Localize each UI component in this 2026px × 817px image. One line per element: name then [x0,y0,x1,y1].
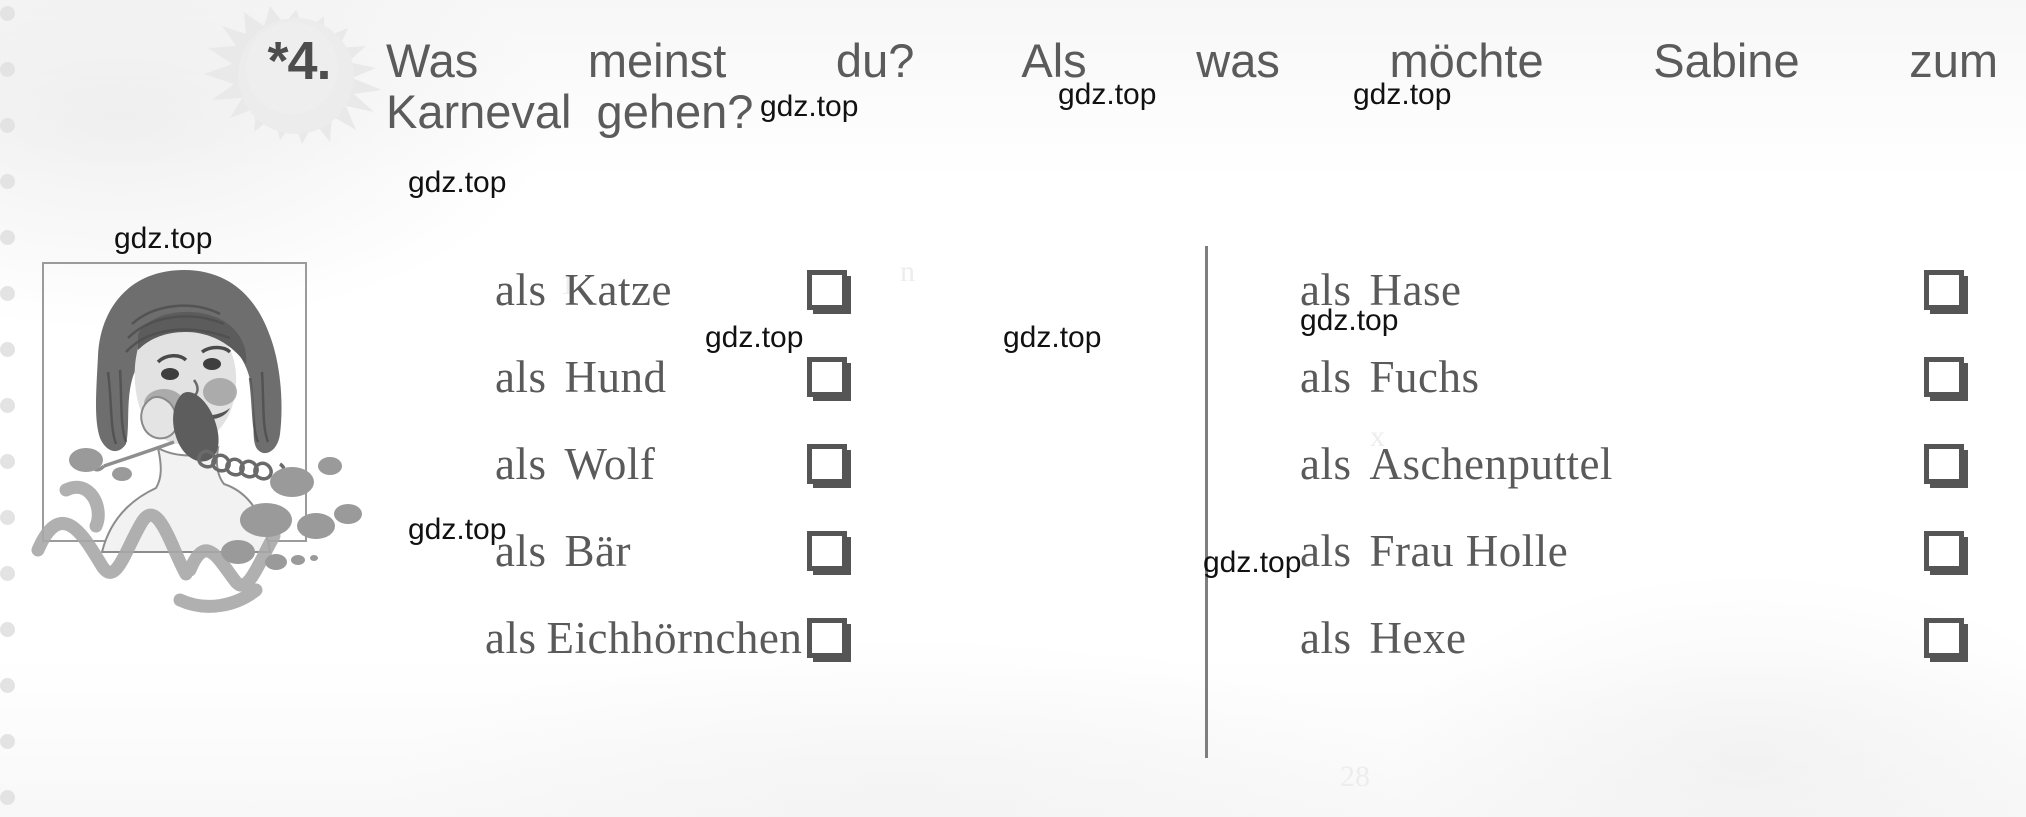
option-checkbox[interactable] [807,443,847,484]
watermark: gdz.top [1003,321,1102,354]
option-prefix: als [495,438,547,489]
option-row[interactable]: als Eichhörnchen [485,594,1115,681]
marker-scribble [31,448,362,613]
option-checkbox[interactable] [807,617,847,658]
worksheet-page: *4. Was meinst du? Als was möchte Sabine… [0,0,2026,817]
options-left-column: als Katze als Hund als Wolf als Bär als Eichh… [485,246,1115,681]
option-checkbox[interactable] [807,530,847,571]
option-row[interactable]: als Aschenputtel [1300,420,1980,507]
option-row[interactable]: als Katze [495,246,1115,333]
option-word: Katze [564,264,672,315]
option-prefix: als [1300,351,1352,402]
prompt-line-1: Was meinst du? Als was möchte Sabine zum [386,34,1998,87]
option-label: als Hund [495,351,667,403]
option-label: als Aschenputtel [1300,438,1613,490]
watermark: gdz.top [705,321,804,354]
option-row[interactable]: als Frau Holle [1300,507,1980,594]
watermark: gdz.top [1353,78,1452,111]
column-divider [1205,246,1208,758]
watermark: gdz.top [1058,78,1157,111]
option-label: als Katze [495,264,672,316]
watermark: gdz.top [760,90,859,123]
option-prefix: als [1300,525,1352,576]
exercise-number-splat: *4. [196,6,396,146]
option-word: Hund [564,351,667,402]
option-label: als Eichhörnchen [485,612,802,664]
prompt-line-2: Karneval gehen? [386,84,754,138]
option-checkbox[interactable] [1924,269,1964,310]
option-row[interactable]: als Wolf [495,420,1115,507]
option-word: Frau Holle [1369,525,1569,576]
option-checkbox[interactable] [1924,443,1964,484]
exercise-number: *4. [267,31,331,91]
option-row[interactable]: als Hexe [1300,594,1980,681]
option-label: als Wolf [495,438,655,490]
spiral-binding-holes [0,0,22,817]
option-word: Bär [564,525,631,576]
option-label: als Frau Holle [1300,525,1568,577]
option-word: Eichhörnchen [546,612,803,663]
option-row[interactable]: als Bär [495,507,1115,594]
option-checkbox[interactable] [807,269,847,310]
option-prefix: als [495,351,547,402]
option-prefix: als [1300,438,1352,489]
option-checkbox[interactable] [1924,356,1964,397]
option-label: als Fuchs [1300,351,1480,403]
option-word: Fuchs [1369,351,1480,402]
option-label: als Bär [495,525,631,577]
option-row[interactable]: als Fuchs [1300,333,1980,420]
watermark: gdz.top [1300,304,1399,337]
option-label: als Hexe [1300,612,1466,664]
option-prefix: als [1300,612,1352,663]
option-word: Hexe [1369,612,1467,663]
watermark: gdz.top [408,166,507,199]
option-row[interactable]: als Hase [1300,246,1980,333]
watermark: gdz.top [114,222,213,255]
scan-artifact: 28 [1340,760,1370,793]
option-prefix: als [495,264,547,315]
watermark: gdz.top [1203,546,1302,579]
option-checkbox[interactable] [807,356,847,397]
option-prefix: als [485,612,537,663]
option-checkbox[interactable] [1924,530,1964,571]
options-right-column: als Hase als Fuchs als Aschenputtel als Frau… [1300,246,1980,681]
exercise-prompt: Was meinst du? Als was möchte Sabine zum… [386,34,1998,138]
option-checkbox[interactable] [1924,617,1964,658]
option-word: Wolf [564,438,656,489]
watermark: gdz.top [408,513,507,546]
option-word: Aschenputtel [1369,438,1613,489]
